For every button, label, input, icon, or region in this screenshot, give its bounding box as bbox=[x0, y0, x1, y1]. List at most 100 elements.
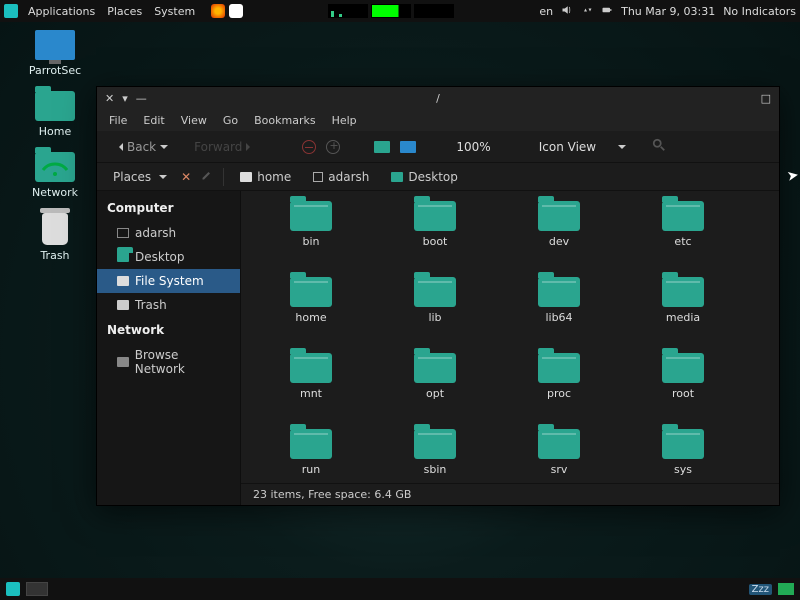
sidebar-item-browse-network[interactable]: Browse Network bbox=[97, 343, 240, 381]
clock[interactable]: Thu Mar 9, 03:31 bbox=[621, 5, 715, 18]
zoom-out-icon[interactable] bbox=[302, 140, 316, 154]
folder-mnt[interactable]: mnt bbox=[249, 353, 373, 429]
folder-icon bbox=[290, 201, 332, 231]
firefox-icon[interactable] bbox=[211, 4, 225, 18]
net-icon bbox=[117, 357, 129, 367]
menu-help[interactable]: Help bbox=[326, 112, 363, 129]
desktop-icon-parrotsec[interactable]: ParrotSec bbox=[20, 30, 90, 77]
folder-lib[interactable]: lib bbox=[373, 277, 497, 353]
volume-icon[interactable] bbox=[561, 4, 573, 19]
folder-dev[interactable]: dev bbox=[497, 201, 621, 277]
places-label: Places bbox=[113, 170, 151, 184]
desktop-icon-trash[interactable]: Trash bbox=[20, 213, 90, 262]
folder-srv[interactable]: srv bbox=[497, 429, 621, 483]
view-mode-dropdown[interactable]: Icon View bbox=[531, 137, 634, 157]
toolbar: Back Forward 100% Icon View bbox=[97, 131, 779, 163]
app-launcher-icon[interactable] bbox=[229, 4, 243, 18]
menu-applications[interactable]: Applications bbox=[22, 3, 101, 20]
breadcrumb-home[interactable]: home bbox=[234, 168, 297, 186]
folder-boot[interactable]: boot bbox=[373, 201, 497, 277]
battery-icon[interactable] bbox=[601, 4, 613, 19]
zoom-in-icon[interactable] bbox=[326, 140, 340, 154]
edit-path-icon[interactable] bbox=[197, 169, 217, 184]
folder-label: proc bbox=[547, 387, 571, 400]
folder-opt[interactable]: opt bbox=[373, 353, 497, 429]
chevron-right-icon bbox=[246, 143, 254, 151]
workspace-switcher-icon[interactable] bbox=[778, 583, 794, 595]
folder-icon bbox=[290, 429, 332, 459]
titlebar[interactable]: ✕ ▾ — / □ bbox=[97, 87, 779, 109]
keyboard-layout[interactable]: en bbox=[539, 5, 553, 18]
taskbar-entry[interactable] bbox=[26, 582, 48, 596]
net-graph-icon bbox=[414, 4, 454, 18]
back-label: Back bbox=[127, 140, 156, 154]
menu-view[interactable]: View bbox=[175, 112, 213, 129]
folder-lib64[interactable]: lib64 bbox=[497, 277, 621, 353]
menu-go[interactable]: Go bbox=[217, 112, 244, 129]
menu-file[interactable]: File bbox=[103, 112, 133, 129]
crumb-label: home bbox=[257, 170, 291, 184]
folder-sys[interactable]: sys bbox=[621, 429, 745, 483]
search-icon[interactable] bbox=[652, 138, 666, 155]
disk-icon bbox=[117, 276, 129, 286]
folder-label: bin bbox=[302, 235, 319, 248]
home-icon bbox=[117, 228, 129, 238]
crumb-label: Desktop bbox=[408, 170, 458, 184]
folder-proc[interactable]: proc bbox=[497, 353, 621, 429]
sidebar-item-desktop[interactable]: Desktop bbox=[97, 245, 240, 269]
panel-right: en Thu Mar 9, 03:31 No Indicators bbox=[539, 4, 796, 19]
file-pane[interactable]: bin boot dev etc homeliblib64media mnt opt proc… bbox=[241, 191, 779, 505]
menu-icon[interactable]: ▾ bbox=[122, 92, 128, 105]
breadcrumb-user[interactable]: adarsh bbox=[307, 168, 375, 186]
system-monitor-applet[interactable] bbox=[328, 4, 454, 18]
network-updown-icon[interactable] bbox=[581, 4, 593, 19]
zoom-level[interactable]: 100% bbox=[456, 140, 490, 154]
folder-label: boot bbox=[423, 235, 448, 248]
sidebar-item-adarsh[interactable]: adarsh bbox=[97, 221, 240, 245]
folder-label: opt bbox=[426, 387, 444, 400]
trash-icon bbox=[42, 213, 68, 245]
breadcrumb-desktop[interactable]: Desktop bbox=[385, 168, 464, 186]
folder-root[interactable]: root bbox=[621, 353, 745, 429]
chevron-down-icon bbox=[618, 145, 626, 153]
sidebar-item-file-system[interactable]: File System bbox=[97, 269, 240, 293]
minimize-icon[interactable]: — bbox=[136, 92, 147, 105]
folder-icon bbox=[662, 429, 704, 459]
sidebar-item-trash[interactable]: Trash bbox=[97, 293, 240, 317]
menu-edit[interactable]: Edit bbox=[137, 112, 170, 129]
close-places-icon[interactable]: ✕ bbox=[181, 170, 191, 184]
start-menu-icon[interactable] bbox=[6, 582, 20, 596]
sleep-indicator[interactable]: Zzz bbox=[749, 584, 772, 595]
desktop-icon-label: Network bbox=[20, 186, 90, 199]
close-icon[interactable]: ✕ bbox=[105, 92, 114, 105]
status-bar: 23 items, Free space: 6.4 GB bbox=[241, 483, 779, 505]
places-dropdown[interactable]: Places bbox=[105, 167, 175, 187]
top-panel: Applications Places System en Thu Mar 9,… bbox=[0, 0, 800, 22]
menubar: File Edit View Go Bookmarks Help bbox=[97, 109, 779, 131]
desktop-icon-home[interactable]: Home bbox=[20, 91, 90, 138]
chevron-left-icon bbox=[115, 143, 123, 151]
folder-icon bbox=[538, 277, 580, 307]
home-toolbar-icon[interactable] bbox=[374, 141, 390, 153]
menu-bookmarks[interactable]: Bookmarks bbox=[248, 112, 321, 129]
folder-label: etc bbox=[674, 235, 691, 248]
distro-logo-icon[interactable] bbox=[4, 4, 18, 18]
computer-toolbar-icon[interactable] bbox=[400, 141, 416, 153]
folder-sbin[interactable]: sbin bbox=[373, 429, 497, 483]
folder-home[interactable]: home bbox=[249, 277, 373, 353]
desktop-icon-network[interactable]: Network bbox=[20, 152, 90, 199]
folder-icon bbox=[414, 429, 456, 459]
menu-places[interactable]: Places bbox=[101, 3, 148, 20]
folder-media[interactable]: media bbox=[621, 277, 745, 353]
mem-graph-icon bbox=[371, 4, 411, 18]
folder-icon bbox=[414, 201, 456, 231]
trash-icon bbox=[117, 300, 129, 310]
desktop-icon-label: Trash bbox=[20, 249, 90, 262]
folder-bin[interactable]: bin bbox=[249, 201, 373, 277]
folder-run[interactable]: run bbox=[249, 429, 373, 483]
network-folder-icon bbox=[35, 152, 75, 182]
back-button[interactable]: Back bbox=[107, 137, 176, 157]
maximize-icon[interactable]: □ bbox=[753, 92, 779, 105]
menu-system[interactable]: System bbox=[148, 3, 201, 20]
folder-etc[interactable]: etc bbox=[621, 201, 745, 277]
